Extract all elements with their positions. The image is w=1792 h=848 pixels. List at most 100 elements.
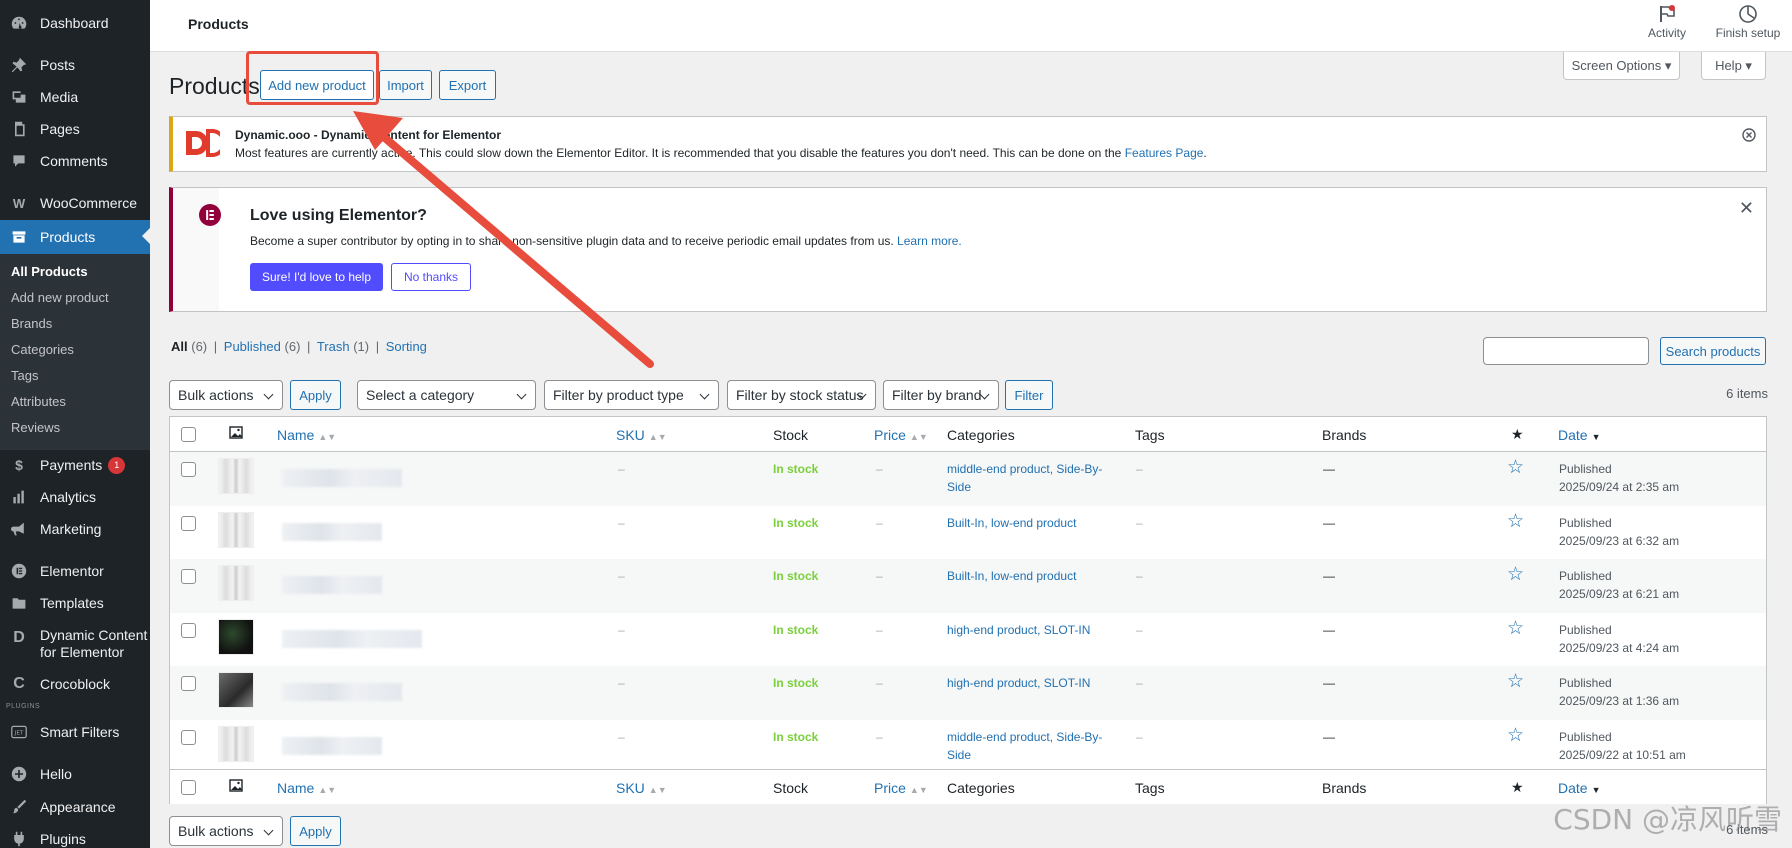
bulk-actions-select-bottom[interactable]: Bulk actions <box>169 816 283 846</box>
activity-button[interactable]: Activity <box>1638 4 1696 40</box>
product-thumbnail[interactable] <box>218 618 254 655</box>
bulk-actions-select[interactable]: Bulk actions <box>169 380 283 410</box>
product-thumbnail[interactable] <box>218 458 254 494</box>
product-name-blurred[interactable] <box>282 576 382 594</box>
screen-options-button[interactable]: Screen Options ▾ <box>1563 52 1680 80</box>
menu-woocommerce[interactable]: W WooCommerce <box>0 187 150 219</box>
category-link-cont[interactable]: Side <box>947 748 971 762</box>
row-checkbox[interactable] <box>181 729 196 745</box>
row-checkbox[interactable] <box>181 569 196 584</box>
submenu-attributes[interactable]: Attributes <box>11 394 66 409</box>
menu-label: Hello <box>40 766 72 782</box>
featured-column-star-icon[interactable]: ★ <box>1511 426 1524 443</box>
category-link[interactable]: Built-In, low-end product <box>947 516 1076 530</box>
sku-column-header[interactable]: SKU ▲▼ <box>616 427 667 443</box>
featured-star-icon[interactable]: ☆ <box>1507 617 1524 640</box>
product-thumbnail[interactable] <box>218 725 254 762</box>
category-link[interactable]: high-end product, SLOT-IN <box>947 623 1090 637</box>
row-checkbox[interactable] <box>181 515 196 531</box>
close-icon[interactable]: ✕ <box>1739 198 1754 219</box>
product-name-blurred[interactable] <box>282 629 422 648</box>
menu-products[interactable]: Products <box>0 220 150 254</box>
apply-button[interactable]: Apply <box>290 380 341 410</box>
menu-payments[interactable]: $ Payments 1 <box>0 449 150 481</box>
submenu-tags[interactable]: Tags <box>11 368 38 383</box>
product-thumbnail[interactable] <box>218 565 254 601</box>
row-checkbox[interactable] <box>181 462 196 477</box>
brand-select[interactable]: Filter by brand <box>883 380 999 410</box>
product-thumbnail[interactable] <box>218 672 254 708</box>
export-button[interactable]: Export <box>439 70 496 100</box>
menu-label: Pages <box>40 121 80 137</box>
row-checkbox[interactable] <box>181 676 196 691</box>
dismiss-notice-icon[interactable] <box>1742 128 1756 145</box>
category-link[interactable]: middle-end product, Side-By- <box>947 730 1102 744</box>
product-type-select[interactable]: Filter by product type <box>544 380 719 410</box>
menu-hello[interactable]: Hello <box>0 758 150 790</box>
brands-value: — <box>1323 622 1335 637</box>
product-name-blurred[interactable] <box>282 522 382 541</box>
menu-comments[interactable]: Comments <box>0 145 150 177</box>
select-all-checkbox[interactable] <box>181 780 196 795</box>
menu-marketing[interactable]: Marketing <box>0 513 150 545</box>
menu-posts[interactable]: Posts <box>0 49 150 81</box>
featured-star-icon[interactable]: ☆ <box>1507 456 1524 479</box>
opt-in-button[interactable]: Sure! I'd love to help <box>250 263 383 291</box>
filter-button[interactable]: Filter <box>1005 380 1053 410</box>
category-link-cont[interactable]: Side <box>947 480 971 494</box>
learn-more-link[interactable]: Learn more. <box>897 234 962 248</box>
menu-dynamic-content[interactable]: D Dynamic Content for Elementor <box>0 625 150 665</box>
name-column-footer[interactable]: Name ▲▼ <box>277 780 336 796</box>
menu-pages[interactable]: Pages <box>0 113 150 145</box>
menu-templates[interactable]: Templates <box>0 587 150 619</box>
features-page-link[interactable]: Features Page <box>1125 146 1204 160</box>
menu-elementor[interactable]: Elementor <box>0 555 150 587</box>
featured-column-star-icon[interactable]: ★ <box>1511 779 1524 796</box>
filter-sorting[interactable]: Sorting <box>386 339 427 354</box>
menu-plugins[interactable]: Plugins <box>0 823 150 848</box>
stock-status-select[interactable]: Filter by stock status <box>727 380 876 410</box>
date-column-header[interactable]: Date ▼ <box>1558 427 1601 443</box>
featured-star-icon[interactable]: ☆ <box>1507 510 1524 533</box>
category-select[interactable]: Select a category <box>357 380 536 410</box>
import-button[interactable]: Import <box>379 70 432 100</box>
submenu-brands[interactable]: Brands <box>11 316 52 331</box>
featured-star-icon[interactable]: ☆ <box>1507 563 1524 586</box>
featured-star-icon[interactable]: ☆ <box>1507 724 1524 747</box>
submenu-reviews[interactable]: Reviews <box>11 420 60 435</box>
product-name-blurred[interactable] <box>282 469 402 487</box>
filter-published[interactable]: Published <box>224 339 281 354</box>
product-name-blurred[interactable] <box>282 736 382 755</box>
price-column-footer[interactable]: Price ▲▼ <box>874 780 928 796</box>
category-link[interactable]: high-end product, SLOT-IN <box>947 676 1090 690</box>
submenu-all-products[interactable]: All Products <box>11 264 88 279</box>
submenu-categories[interactable]: Categories <box>11 342 74 357</box>
category-link[interactable]: middle-end product, Side-By- <box>947 462 1102 476</box>
product-name-blurred[interactable] <box>282 683 402 701</box>
add-new-product-button[interactable]: Add new product <box>260 70 374 100</box>
submenu-add-new-product[interactable]: Add new product <box>11 290 109 305</box>
date-column-footer[interactable]: Date ▼ <box>1558 780 1601 796</box>
menu-media[interactable]: Media <box>0 81 150 113</box>
category-link[interactable]: Built-In, low-end product <box>947 569 1076 583</box>
price-column-header[interactable]: Price ▲▼ <box>874 427 928 443</box>
menu-smart-filters[interactable]: JET Smart Filters <box>0 716 150 748</box>
select-all-checkbox[interactable] <box>181 427 196 442</box>
menu-dashboard[interactable]: Dashboard <box>0 7 150 39</box>
apply-button-bottom[interactable]: Apply <box>290 816 341 846</box>
search-input[interactable] <box>1483 337 1649 365</box>
filter-all[interactable]: All <box>171 339 188 354</box>
menu-analytics[interactable]: Analytics <box>0 481 150 513</box>
finish-setup-button[interactable]: Finish setup <box>1708 4 1788 40</box>
search-products-button[interactable]: Search products <box>1660 337 1766 365</box>
product-thumbnail[interactable] <box>218 511 254 548</box>
row-checkbox[interactable] <box>181 622 196 638</box>
sku-column-footer[interactable]: SKU ▲▼ <box>616 780 667 796</box>
menu-crocoblock[interactable]: C Crocoblock <box>0 668 150 700</box>
help-button[interactable]: Help ▾ <box>1701 52 1766 80</box>
filter-trash[interactable]: Trash <box>317 339 350 354</box>
menu-appearance[interactable]: Appearance <box>0 791 150 823</box>
featured-star-icon[interactable]: ☆ <box>1507 670 1524 693</box>
no-thanks-button[interactable]: No thanks <box>391 263 471 291</box>
name-column-header[interactable]: Name ▲▼ <box>277 427 336 443</box>
